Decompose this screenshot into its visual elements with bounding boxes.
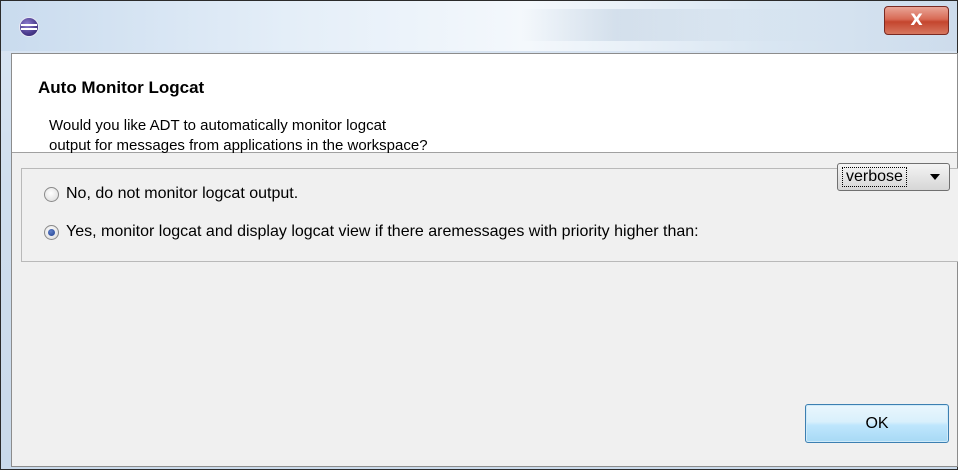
options-group: No, do not monitor logcat output. Yes, m… xyxy=(21,168,958,262)
ok-button[interactable]: OK xyxy=(805,404,949,443)
dropdown-arrow-icon[interactable] xyxy=(930,174,940,180)
radio-checked-icon[interactable] xyxy=(44,224,59,240)
dialog-title: Auto Monitor Logcat xyxy=(38,78,205,97)
dialog-message-line-1: Would you like ADT to automatically moni… xyxy=(49,117,387,134)
title-bar-glass xyxy=(521,9,841,41)
option-yes-monitor-label: Yes, monitor logcat and display logcat v… xyxy=(66,223,699,240)
title-bar[interactable]: X xyxy=(1,1,957,51)
dialog-header: Auto Monitor Logcat Would you like ADT t… xyxy=(12,54,957,156)
option-no-monitor-label: No, do not monitor logcat output. xyxy=(66,185,299,202)
option-no-monitor[interactable]: No, do not monitor logcat output. xyxy=(44,183,298,205)
close-icon: X xyxy=(910,10,923,29)
eclipse-icon xyxy=(20,18,38,36)
priority-dropdown[interactable]: verbose xyxy=(837,163,950,191)
dialog-message: Would you like ADT to automatically moni… xyxy=(49,116,569,156)
close-button[interactable]: X xyxy=(884,6,949,35)
option-yes-monitor[interactable]: Yes, monitor logcat and display logcat v… xyxy=(44,221,699,243)
priority-dropdown-value: verbose xyxy=(842,167,907,187)
radio-unchecked-icon[interactable] xyxy=(44,186,59,202)
dialog-window: X Auto Monitor Logcat Would you like ADT… xyxy=(0,0,958,470)
dialog-message-line-2: output for messages from applications in… xyxy=(49,137,428,154)
dialog-client-area: Auto Monitor Logcat Would you like ADT t… xyxy=(11,53,958,467)
